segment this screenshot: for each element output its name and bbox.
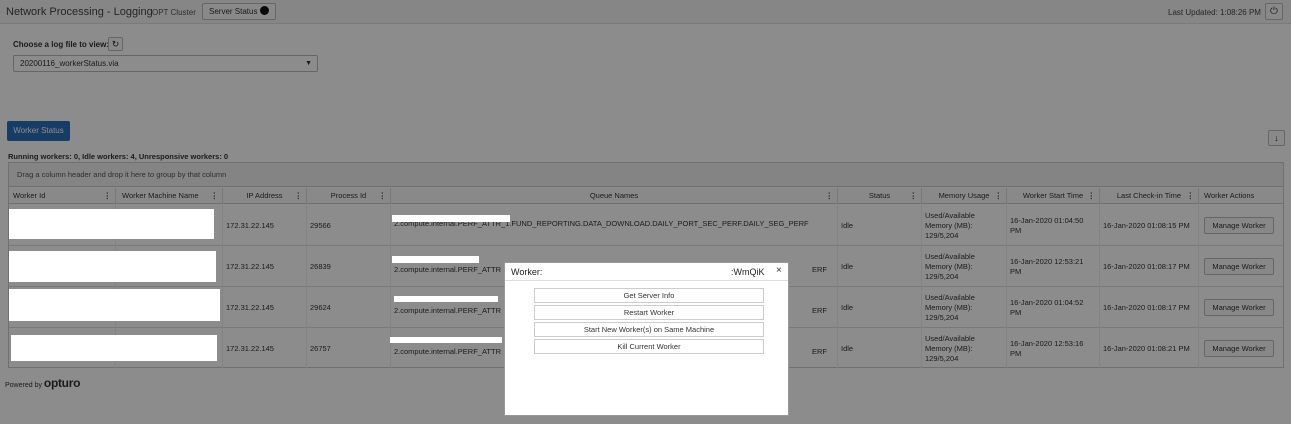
kill-worker-button[interactable]: Kill Current Worker	[534, 339, 764, 354]
start-new-worker-button[interactable]: Start New Worker(s) on Same Machine	[534, 322, 764, 337]
close-icon[interactable]: ×	[776, 265, 782, 276]
modal-divider	[505, 280, 788, 281]
redacted-block	[394, 296, 498, 302]
redacted-block	[549, 266, 619, 276]
get-server-info-button[interactable]: Get Server Info	[534, 288, 764, 303]
redacted-block	[11, 335, 217, 361]
manage-worker-modal: Worker: :WmQiK × Get Server Info Restart…	[504, 262, 789, 416]
redacted-block	[390, 337, 502, 343]
redacted-block	[9, 251, 216, 282]
modal-title-suffix: :WmQiK	[731, 267, 765, 277]
redacted-block	[392, 256, 479, 263]
redacted-block	[392, 215, 510, 222]
redacted-block	[9, 289, 220, 321]
restart-worker-button[interactable]: Restart Worker	[534, 305, 764, 320]
redacted-block	[9, 209, 214, 239]
modal-title: Worker:	[511, 267, 543, 277]
